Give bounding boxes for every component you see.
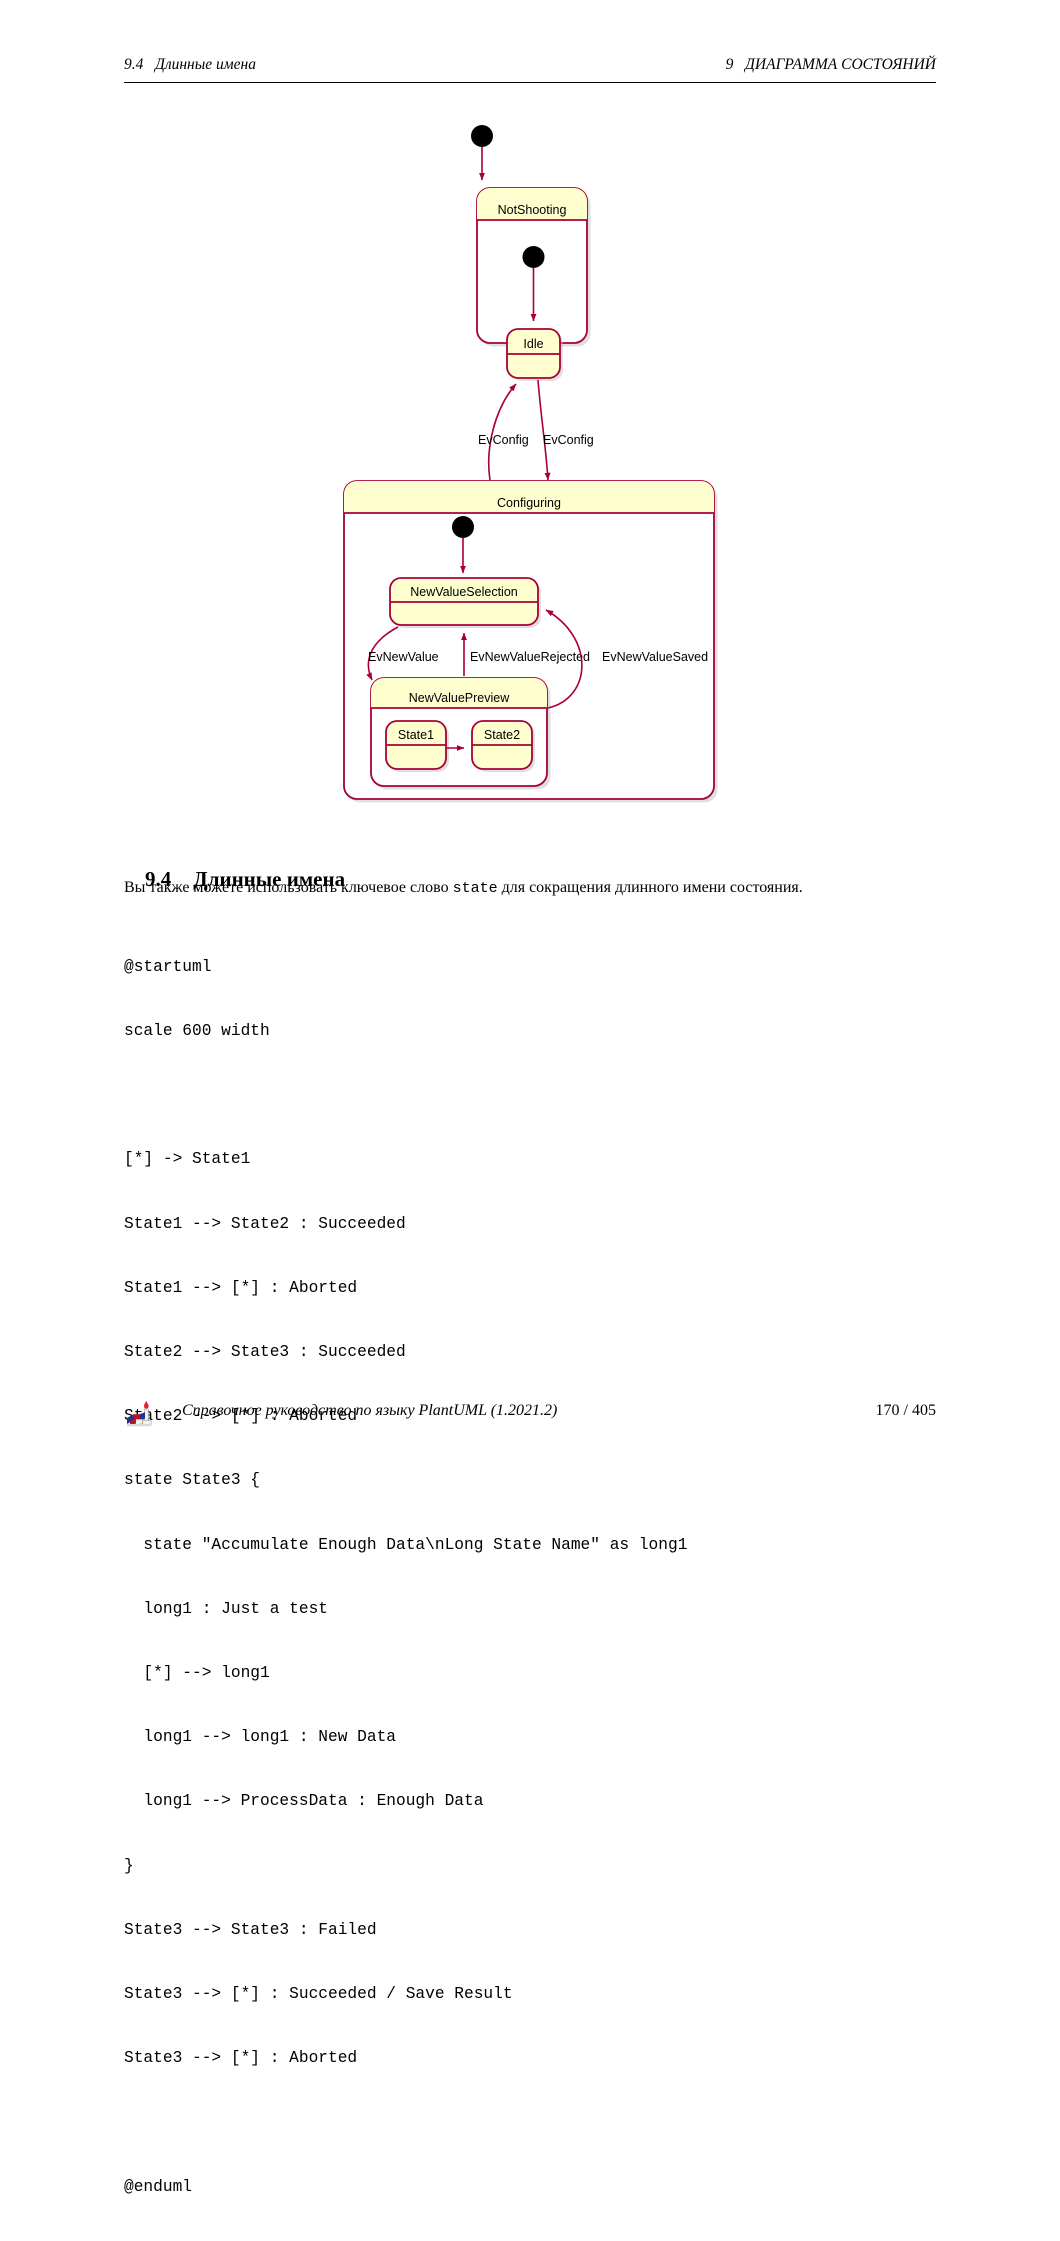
header-rule — [124, 82, 936, 83]
code-line: state State3 { — [124, 1471, 260, 1490]
start-node-configuring — [452, 516, 474, 538]
transition-idle-to-configuring — [537, 379, 551, 481]
code-line: [*] -> State1 — [124, 1150, 251, 1169]
start-node-notshooting — [522, 246, 545, 268]
transition-label-evconfig-in: EvConfig — [543, 433, 594, 447]
code-line: scale 600 width — [124, 1022, 270, 1041]
transition-label-evnewvaluesaved: EvNewValueSaved — [602, 650, 708, 664]
document-page: 9.4 Длинные имена 9 ДИАГРАММА СОСТОЯНИЙ … — [0, 0, 1060, 2196]
state-state2: State2 — [471, 720, 535, 772]
paragraph-inline-code: state — [452, 880, 498, 897]
code-line: state "Accumulate Enough Data\nLong Stat… — [124, 1535, 688, 1554]
paragraph-text-after: для сокращения длинного имени состояния. — [497, 879, 803, 896]
page-footer: Справочное руководство по языку PlantUML… — [124, 1396, 936, 1432]
start-node-toplevel — [471, 125, 493, 147]
code-line: long1 : Just a test — [124, 1599, 328, 1618]
code-line: State2 --> State3 : Succeeded — [124, 1343, 406, 1362]
code-line: State1 --> State2 : Succeeded — [124, 1214, 406, 1233]
state-state1-label: State1 — [398, 728, 434, 742]
paragraph-text-before: Вы также можете использовать ключевое сл… — [124, 879, 453, 896]
code-line: State1 --> [*] : Aborted — [124, 1278, 358, 1297]
code-line: long1 --> ProcessData : Enough Data — [124, 1792, 484, 1811]
code-line: } — [124, 1856, 134, 1875]
state-configuring-label: Configuring — [497, 496, 561, 510]
header-section-label: 9.4 Длинные имена — [124, 56, 256, 73]
footer-title: Справочное руководство по языку PlantUML… — [182, 1402, 558, 1419]
state-idle: Idle — [506, 328, 563, 381]
transition-configuring-to-idle — [487, 383, 517, 481]
header-chapter-label: 9 ДИАГРАММА СОСТОЯНИЙ — [725, 56, 936, 73]
state-diagram: NotShooting Idle EvConfig EvConfig Confi… — [330, 118, 750, 818]
state-notshooting-label: NotShooting — [498, 203, 567, 217]
code-line: @enduml — [124, 2177, 192, 2196]
transition-label-evconfig-out: EvConfig — [478, 433, 529, 447]
state-state2-label: State2 — [484, 728, 520, 742]
code-line: State3 --> State3 : Failed — [124, 1920, 377, 1939]
running-header: 9.4 Длинные имена 9 ДИАГРАММА СОСТОЯНИЙ — [124, 56, 936, 82]
code-line: long1 --> long1 : New Data — [124, 1728, 396, 1747]
state-newvalueselection-label: NewValueSelection — [410, 585, 518, 599]
transition-label-evnewvalue: EvNewValue — [368, 650, 439, 664]
state-idle-label: Idle — [523, 337, 543, 351]
code-block: @startuml scale 600 width [*] -> State1 … — [124, 914, 936, 2241]
plantuml-logo-icon — [124, 1396, 162, 1430]
state-state1: State1 — [385, 720, 449, 772]
code-line: [*] --> long1 — [124, 1664, 270, 1683]
state-newvaluepreview-label: NewValuePreview — [409, 691, 510, 705]
code-line: @startuml — [124, 957, 212, 976]
transition-label-evnewvaluerejected: EvNewValueRejected — [470, 650, 590, 664]
code-line: State3 --> [*] : Aborted — [124, 2049, 358, 2068]
footer-page-number: 170 / 405 — [875, 1402, 936, 1419]
state-newvalueselection: NewValueSelection — [389, 577, 541, 628]
code-line: State3 --> [*] : Succeeded / Save Result — [124, 1985, 513, 2004]
body-paragraph: Вы также можете использовать ключевое сл… — [124, 878, 936, 899]
